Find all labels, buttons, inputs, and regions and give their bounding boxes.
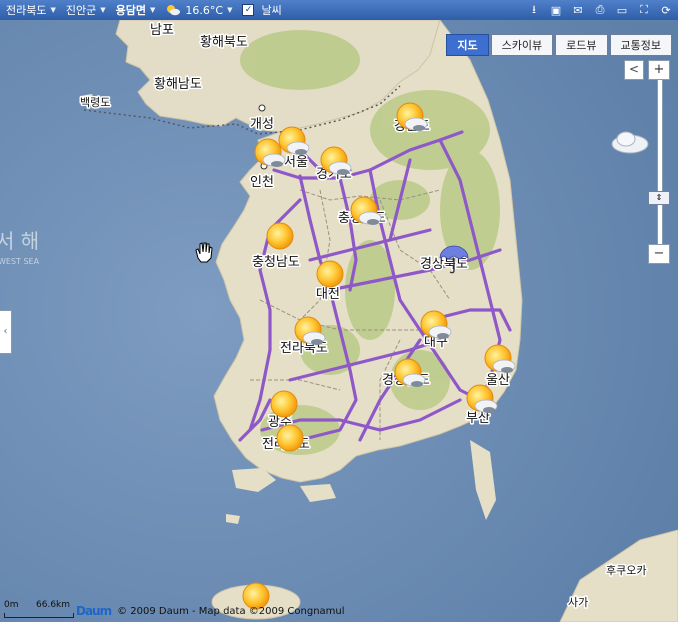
map-type-switcher: 지도 스카이뷰 로드뷰 교통정보 [446, 34, 672, 56]
map-label-incheon: 인천 [250, 175, 274, 190]
weather-checkbox-label: 날씨 [261, 4, 282, 17]
map-label-baengnyeong: 백령도 [80, 96, 110, 109]
map-type-traffic-button[interactable]: 교통정보 [609, 34, 672, 56]
map-type-roadview-button[interactable]: 로드뷰 [555, 34, 608, 56]
map-label-hwanghae-north: 황해북도 [200, 35, 248, 50]
zoom-slider-thumb[interactable]: ⇕ [648, 190, 670, 205]
top-toolbar: 전라북도 ▼ 진안군 ▼ 용담면 ▼ 16.6°C ▼ ✓ 날씨 ⭳ ▣ ✉ ⎙… [0, 0, 678, 20]
breadcrumb-province[interactable]: 전라북도 ▼ [6, 2, 56, 18]
toolbar-icon-group: ⭳ ▣ ✉ ⎙ ▭ ⛶ ⟳ [526, 2, 674, 18]
weather-toggle[interactable]: ✓ 날씨 [242, 2, 282, 18]
map-label-nampo: 남포 [150, 23, 174, 38]
map-type-skyview-button[interactable]: 스카이뷰 [490, 34, 554, 56]
map-label-chungnam: 충청남도 [252, 255, 300, 270]
zoom-slider-track[interactable] [657, 80, 663, 246]
print-icon[interactable]: ⎙ [592, 2, 608, 18]
copyright-text: © 2009 Daum - Map data ©2009 Congnamul [117, 605, 345, 617]
chevron-down-icon: ▼ [227, 6, 233, 14]
west-sea-english-label: WEST SEA [0, 257, 40, 266]
refresh-icon[interactable]: ⟳ [658, 2, 674, 18]
save-icon[interactable]: ▣ [548, 2, 564, 18]
map-label-seoul: 서울 [284, 155, 308, 170]
weather-icon-gwangju[interactable] [270, 390, 298, 418]
weather-summary: 16.6°C ▼ [165, 4, 232, 17]
west-sea-label: 서 해 [0, 229, 39, 253]
download-icon[interactable]: ⭳ [526, 2, 542, 18]
breadcrumb-county-label: 진안군 [65, 4, 97, 17]
scale-bar: 0m 66.6km [4, 600, 74, 618]
city-marker-kaesong [258, 104, 266, 112]
scale-end-label: 66.6km [36, 600, 71, 610]
breadcrumb-county[interactable]: 진안군 ▼ [66, 2, 106, 18]
chevron-down-icon: ▼ [100, 6, 106, 14]
weather-icon-daejeon[interactable] [316, 260, 344, 288]
breadcrumb-town[interactable]: 용담면 ▼ [116, 2, 156, 18]
map-label-daejeon: 대전 [316, 287, 340, 302]
previous-view-button[interactable]: < [624, 60, 644, 80]
chevron-down-icon: ▼ [50, 6, 56, 14]
map-label-saga: 사가 [568, 596, 588, 609]
zoom-control: + ⇕ − [648, 60, 670, 266]
scale-bar-line [4, 613, 74, 618]
fullscreen-icon[interactable]: ⛶ [636, 2, 652, 18]
weather-icon-jeonnam[interactable] [276, 424, 304, 452]
scale-start-label: 0m [4, 600, 19, 610]
ruler-icon[interactable]: ▭ [614, 2, 630, 18]
map-label-kaesong: 개성 [250, 117, 274, 132]
partly-cloudy-icon [167, 5, 181, 16]
breadcrumb-province-label: 전라북도 [6, 4, 47, 17]
weather-checkbox[interactable]: ✓ [242, 4, 255, 16]
copyright-notice: Daum © 2009 Daum - Map data ©2009 Congna… [76, 604, 345, 618]
breadcrumb-town-label: 용담면 [115, 4, 147, 17]
zoom-out-button[interactable]: − [648, 244, 670, 264]
weather-icon-chungnam[interactable] [266, 222, 294, 250]
map-label-hwanghae-south: 황해남도 [154, 77, 202, 92]
daum-logo: Daum [76, 604, 112, 618]
map-canvas[interactable]: 서 해 WEST SEA 남포 황해북도 황해남도 백령도 개성 서울 인천 강… [0, 0, 678, 622]
map-label-ulsan: 울산 [486, 373, 510, 388]
map-type-map-button[interactable]: 지도 [446, 34, 489, 56]
chevron-down-icon: ▼ [150, 6, 156, 14]
map-label-gyeongbuk: 경상북도 [420, 257, 468, 272]
map-label-busan: 부산 [466, 411, 490, 426]
side-panel-toggle[interactable]: ‹ [0, 310, 12, 354]
zoom-in-button[interactable]: + [648, 60, 670, 80]
mail-icon[interactable]: ✉ [570, 2, 586, 18]
map-label-fukuoka: 후쿠오카 [606, 564, 646, 577]
weather-temperature: 16.6°C [185, 3, 224, 17]
